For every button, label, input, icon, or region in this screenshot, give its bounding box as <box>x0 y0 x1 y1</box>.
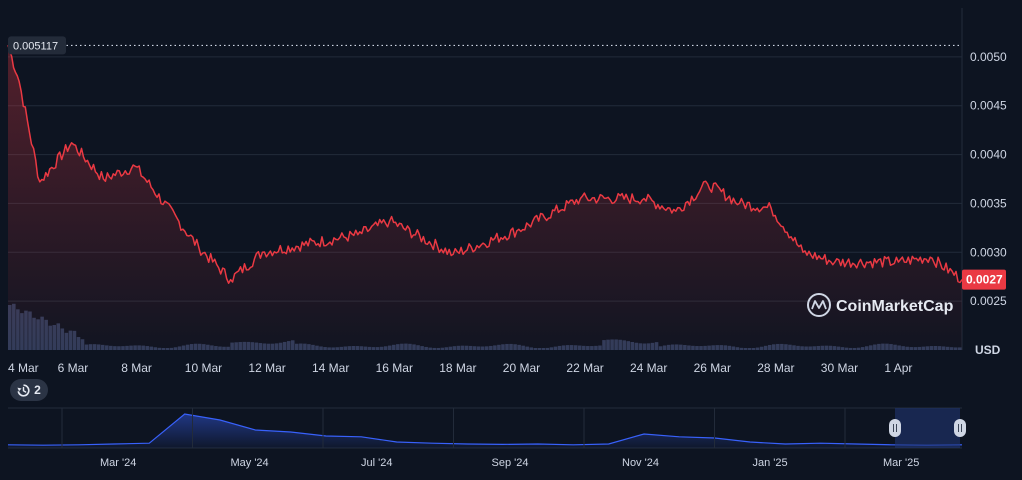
price-chart[interactable]: 0.0025 0.0030 0.0035 0.0040 0.0045 0.0050 0.00… <box>0 0 1022 475</box>
navigator-handle-left[interactable] <box>889 419 901 437</box>
navigator-label: Mar '25 <box>883 457 919 469</box>
x-tick-label: 4 Mar <box>8 361 39 375</box>
navigator-label: Sep '24 <box>492 457 529 469</box>
x-tick-label: 1 Apr <box>884 361 912 375</box>
y-tick-label: 0.0045 <box>970 99 1007 113</box>
y-tick-label: 0.0035 <box>970 196 1007 210</box>
navigator-line <box>7 413 963 446</box>
history-count: 2 <box>34 383 41 397</box>
navigator: Mar '24 May '24 Jul '24 Sep '24 Nov '24 Jan '… <box>7 407 963 469</box>
navigator-window <box>895 408 960 448</box>
price-area <box>8 45 962 350</box>
x-tick-label: 28 Mar <box>757 361 794 375</box>
navigator-label: Mar '24 <box>100 457 136 469</box>
x-tick-label: 14 Mar <box>312 361 349 375</box>
navigator-selection <box>889 408 966 448</box>
price-chart-svg[interactable]: 0.0025 0.0030 0.0035 0.0040 0.0045 0.0050 0.00… <box>0 0 1022 475</box>
navigator-label: May '24 <box>231 457 269 469</box>
x-tick-label: 30 Mar <box>821 361 858 375</box>
navigator-handle-knob <box>954 419 966 437</box>
x-axis-labels: 4 Mar 6 Mar 8 Mar 10 Mar 12 Mar 14 Mar 16 Mar 1… <box>8 361 912 375</box>
x-tick-label: 8 Mar <box>121 361 152 375</box>
start-price-label: 0.005117 <box>13 40 58 52</box>
x-tick-label: 18 Mar <box>439 361 476 375</box>
x-tick-label: 20 Mar <box>503 361 540 375</box>
x-tick-label: 6 Mar <box>58 361 89 375</box>
y-tick-label: 0.0025 <box>970 294 1007 308</box>
navigator-handle-knob <box>889 419 901 437</box>
navigator-label: Jan '25 <box>753 457 788 469</box>
navigator-label: Jul '24 <box>361 457 392 469</box>
x-tick-label: 12 Mar <box>248 361 285 375</box>
x-tick-label: 22 Mar <box>566 361 603 375</box>
x-tick-label: 24 Mar <box>630 361 667 375</box>
watermark-text: CoinMarketCap <box>836 298 954 315</box>
y-tick-label: 0.0030 <box>970 245 1007 259</box>
history-icon <box>17 383 30 397</box>
current-price-label: 0.0027 <box>966 273 1003 287</box>
navigator-label: Nov '24 <box>622 457 659 469</box>
currency-label: USD <box>975 343 1001 357</box>
x-tick-label: 26 Mar <box>694 361 731 375</box>
x-tick-label: 16 Mar <box>376 361 413 375</box>
navigator-handle-right[interactable] <box>954 419 966 437</box>
x-tick-label: 10 Mar <box>185 361 222 375</box>
history-badge[interactable]: 2 <box>10 379 48 401</box>
y-tick-label: 0.0050 <box>970 50 1007 64</box>
y-tick-label: 0.0040 <box>970 148 1007 162</box>
